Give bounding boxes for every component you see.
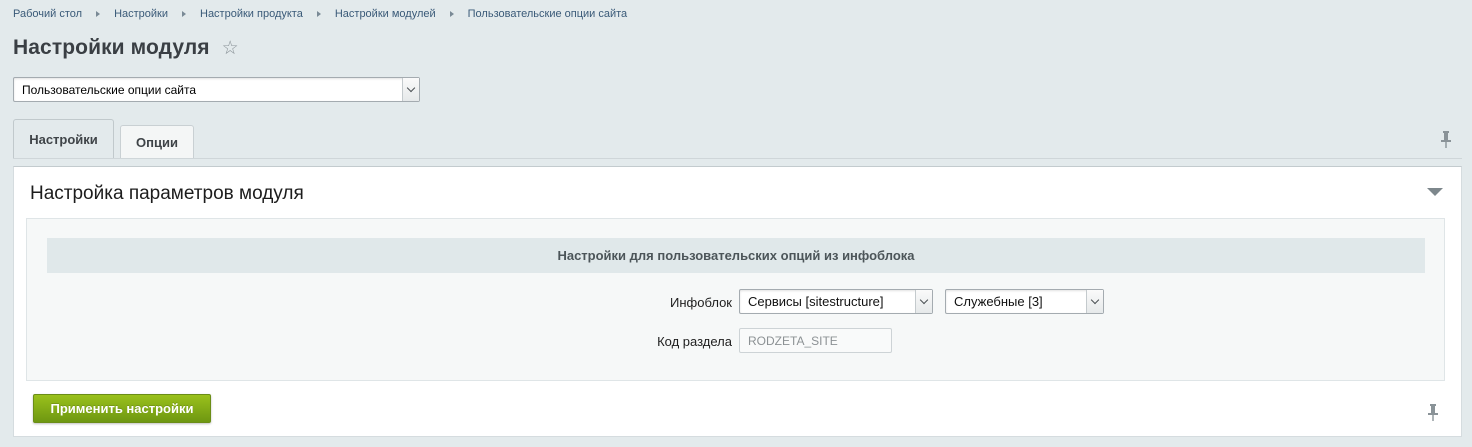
page-title: Настройки модуля — [13, 36, 210, 59]
chevron-down-icon[interactable] — [402, 78, 419, 101]
title-row: Настройки модуля ☆ — [13, 36, 239, 60]
pin-icon[interactable] — [1427, 404, 1439, 422]
iblock-select-value: Служебные [3] — [954, 294, 1043, 309]
tab-options[interactable]: Опции — [120, 125, 194, 159]
iblock-type-select-value: Сервисы [sitestructure] — [748, 294, 884, 309]
breadcrumb-separator-icon — [316, 11, 321, 17]
module-select[interactable]: Пользовательские опции сайта — [13, 77, 420, 102]
breadcrumb-separator-icon — [449, 11, 454, 17]
breadcrumb-separator-icon — [96, 11, 101, 17]
iblock-type-select[interactable]: Сервисы [sitestructure] — [739, 289, 933, 314]
settings-panel: Настройка параметров модуля Настройки дл… — [13, 166, 1462, 437]
breadcrumb-item-product-settings[interactable]: Настройки продукта — [200, 8, 303, 20]
settings-section: Настройки для пользовательских опций из … — [26, 218, 1445, 381]
collapse-arrow-icon[interactable] — [1427, 188, 1443, 196]
iblock-label: Инфоблок — [670, 295, 732, 310]
panel-title: Настройка параметров модуля — [30, 183, 304, 204]
section-header: Настройки для пользовательских опций из … — [47, 238, 1425, 273]
breadcrumb-item-module-settings[interactable]: Настройки модулей — [335, 8, 436, 20]
breadcrumb-item-settings[interactable]: Настройки — [114, 8, 168, 20]
breadcrumb-separator-icon — [182, 11, 186, 17]
breadcrumb: Рабочий стол Настройки Настройки продукт… — [13, 6, 627, 22]
module-select-value: Пользовательские опции сайта — [22, 82, 197, 97]
chevron-down-icon[interactable] — [915, 290, 932, 313]
section-code-input[interactable]: RODZETA_SITE — [739, 328, 892, 353]
pin-icon[interactable] — [1440, 131, 1452, 149]
star-icon[interactable]: ☆ — [222, 39, 239, 58]
chevron-down-icon[interactable] — [1086, 290, 1103, 313]
section-code-label: Код раздела — [657, 334, 732, 349]
apply-settings-button[interactable]: Применить настройки — [33, 394, 211, 423]
tab-settings[interactable]: Настройки — [13, 119, 114, 159]
iblock-select[interactable]: Служебные [3] — [945, 289, 1104, 314]
tab-baseline — [13, 158, 1462, 159]
breadcrumb-item-site-options[interactable]: Пользовательские опции сайта — [468, 8, 628, 20]
breadcrumb-item-desktop[interactable]: Рабочий стол — [13, 8, 82, 20]
